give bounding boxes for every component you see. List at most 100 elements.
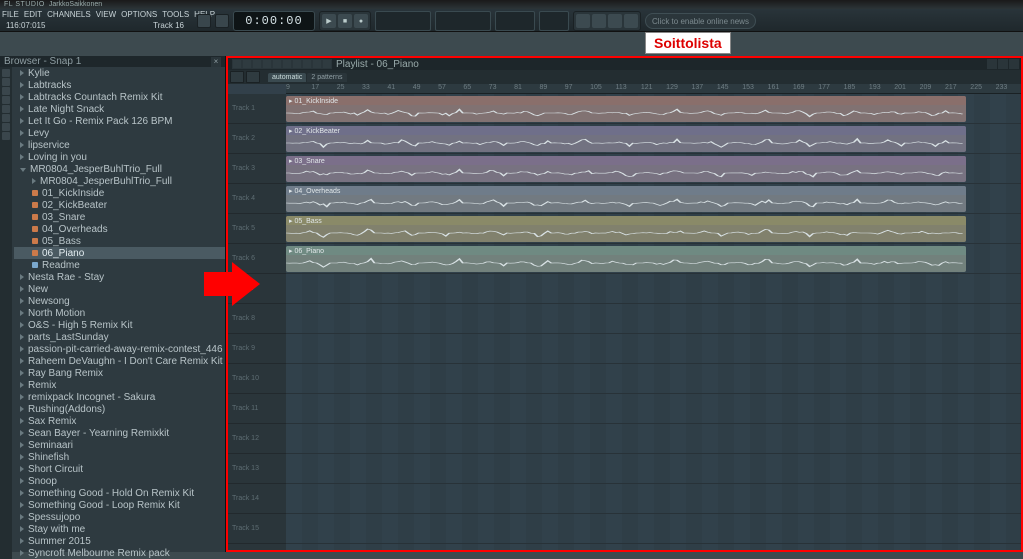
pl-tool-button[interactable]	[242, 59, 252, 69]
track-label[interactable]: Track 8	[228, 304, 286, 334]
menu-view[interactable]: VIEW	[96, 10, 116, 19]
track-row[interactable]	[286, 394, 1021, 424]
browser-item[interactable]: Spessujopo	[14, 511, 225, 523]
browser-item[interactable]: Ray Bang Remix	[14, 367, 225, 379]
browser-category-strip[interactable]	[0, 67, 12, 559]
browser-item[interactable]: parts_LastSunday	[14, 331, 225, 343]
pl-tool-button[interactable]	[262, 59, 272, 69]
pl-tool-button[interactable]	[272, 59, 282, 69]
time-display[interactable]: 0:00:00	[233, 11, 315, 31]
track-row[interactable]	[286, 514, 1021, 544]
browser-item[interactable]: O&S - High 5 Remix Kit	[14, 319, 225, 331]
browser-item[interactable]: passion-pit-carried-away-remix-contest_4…	[14, 343, 225, 355]
maximize-button[interactable]	[998, 59, 1008, 69]
track-row[interactable]: ▸ 05_Bass	[286, 214, 1021, 244]
audio-clip[interactable]: ▸ 06_Piano	[286, 246, 966, 272]
pattern-pane[interactable]	[435, 11, 491, 31]
audio-clip[interactable]: ▸ 03_Snare	[286, 156, 966, 182]
pl-tool-button[interactable]	[312, 59, 322, 69]
pl-menu-button[interactable]	[230, 71, 244, 83]
track-row[interactable]	[286, 484, 1021, 514]
stop-button[interactable]: ■	[338, 14, 352, 28]
browser-item[interactable]: North Motion	[14, 307, 225, 319]
track-label[interactable]: Track 5	[228, 214, 286, 244]
browser-item[interactable]: Sax Remix	[14, 415, 225, 427]
track-label[interactable]: Track 3	[228, 154, 286, 184]
view-piano-roll-button[interactable]	[592, 14, 606, 28]
minimize-button[interactable]	[987, 59, 997, 69]
browser-item[interactable]: Summer 2015	[14, 535, 225, 547]
track-row[interactable]: ▸ 02_KickBeater	[286, 124, 1021, 154]
track-row[interactable]	[286, 334, 1021, 364]
browser-item[interactable]: remixpack Incognet - Sakura	[14, 391, 225, 403]
browser-item[interactable]: Kylie	[14, 67, 225, 79]
track-row[interactable]	[286, 364, 1021, 394]
pl-tool-button[interactable]	[302, 59, 312, 69]
browser-item[interactable]: Late Night Snack	[14, 103, 225, 115]
browser-item[interactable]: Stay with me	[14, 523, 225, 535]
track-label[interactable]: Track 2	[228, 124, 286, 154]
browser-item[interactable]: Let It Go - Remix Pack 126 BPM	[14, 115, 225, 127]
view-browser-button[interactable]	[624, 14, 638, 28]
browser-tree[interactable]: KylieLabtracksLabtracks Countach Remix K…	[0, 67, 225, 559]
browser-item[interactable]: Sean Bayer - Yearning Remixkit	[14, 427, 225, 439]
browser-item[interactable]: Newsong	[14, 295, 225, 307]
track-label[interactable]: Track 12	[228, 424, 286, 454]
playlist-time-ruler[interactable]: 9172533414957657381899710511312112913714…	[286, 84, 1021, 94]
browser-item[interactable]: Readme	[14, 259, 225, 271]
tempo-pane[interactable]	[375, 11, 431, 31]
close-button[interactable]	[1009, 59, 1019, 69]
track-row[interactable]: ▸ 04_Overheads	[286, 184, 1021, 214]
menu-edit[interactable]: EDIT	[24, 10, 42, 19]
browser-close-button[interactable]: ×	[211, 57, 221, 67]
track-row[interactable]: ▸ 06_Piano	[286, 244, 1021, 274]
audio-clip[interactable]: ▸ 05_Bass	[286, 216, 966, 242]
track-row[interactable]	[286, 424, 1021, 454]
track-row[interactable]	[286, 454, 1021, 484]
pl-snap-button[interactable]	[246, 71, 260, 83]
browser-item[interactable]: MR0804_JesperBuhlTrio_Full	[14, 175, 225, 187]
news-hint[interactable]: Click to enable online news	[645, 13, 756, 29]
browser-item[interactable]: New	[14, 283, 225, 295]
browser-item[interactable]: 04_Overheads	[14, 223, 225, 235]
track-row[interactable]: ▸ 01_KickInside	[286, 94, 1021, 124]
browser-item[interactable]: Remix	[14, 379, 225, 391]
pl-tool-button[interactable]	[322, 59, 332, 69]
pl-tool-button[interactable]	[232, 59, 242, 69]
record-button[interactable]: ●	[354, 14, 368, 28]
menu-options[interactable]: OPTIONS	[121, 10, 157, 19]
audio-clip[interactable]: ▸ 02_KickBeater	[286, 126, 966, 152]
track-label[interactable]: Track 1	[228, 94, 286, 124]
track-area[interactable]: ▸ 01_KickInside ▸ 02_KickBeater ▸ 03_Snare…	[286, 94, 1021, 550]
browser-item[interactable]: 03_Snare	[14, 211, 225, 223]
track-row[interactable]: ▸ 03_Snare	[286, 154, 1021, 184]
browser-item[interactable]: Snoop	[14, 475, 225, 487]
playlist-titlebar[interactable]: Playlist - 06_Piano	[228, 58, 1021, 70]
menu-tools[interactable]: TOOLS	[162, 10, 189, 19]
browser-item[interactable]: Labtracks	[14, 79, 225, 91]
browser-item[interactable]: MR0804_JesperBuhlTrio_Full	[14, 163, 225, 175]
browser-item[interactable]: Nesta Rae - Stay	[14, 271, 225, 283]
audio-clip[interactable]: ▸ 01_KickInside	[286, 96, 966, 122]
pl-tool-button[interactable]	[282, 59, 292, 69]
pl-tool-button[interactable]	[292, 59, 302, 69]
track-label[interactable]: Track 4	[228, 184, 286, 214]
track-label[interactable]: Track 15	[228, 514, 286, 544]
audio-clip[interactable]: ▸ 04_Overheads	[286, 186, 966, 212]
track-row[interactable]	[286, 304, 1021, 334]
track-label[interactable]: Track 14	[228, 484, 286, 514]
browser-item[interactable]: Rushing(Addons)	[14, 403, 225, 415]
browser-item[interactable]: Levy	[14, 127, 225, 139]
track-row[interactable]	[286, 274, 1021, 304]
view-mixer-button[interactable]	[608, 14, 622, 28]
pl-tool-button[interactable]	[252, 59, 262, 69]
browser-item[interactable]: 06_Piano	[14, 247, 225, 259]
track-label[interactable]: Track 11	[228, 394, 286, 424]
browser-item[interactable]: 01_KickInside	[14, 187, 225, 199]
track-label[interactable]: Track 9	[228, 334, 286, 364]
tab-patterns[interactable]: 2 patterns	[307, 73, 346, 82]
tab-automatic[interactable]: automatic	[268, 73, 306, 82]
browser-item[interactable]: Labtracks Countach Remix Kit	[14, 91, 225, 103]
browser-item[interactable]: Short Circuit	[14, 463, 225, 475]
track-label[interactable]: Track 13	[228, 454, 286, 484]
